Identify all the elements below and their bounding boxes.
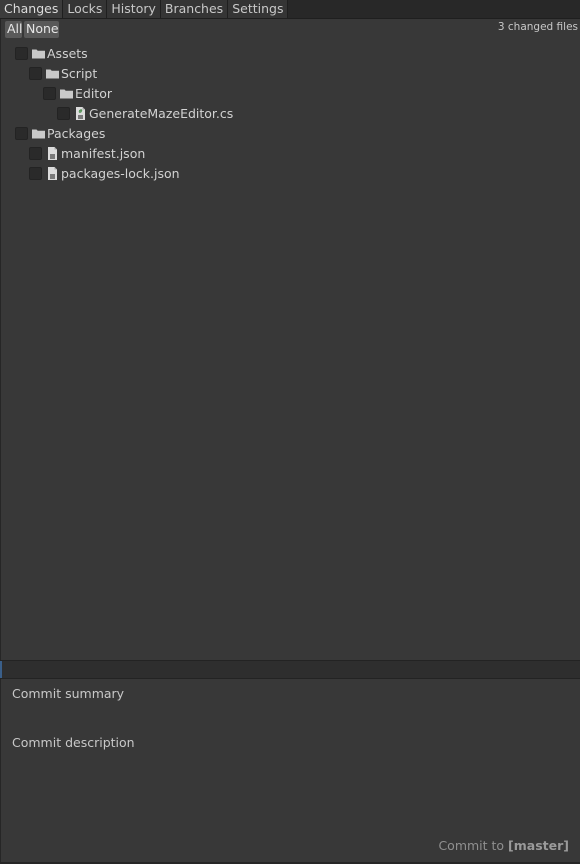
script-checkbox[interactable] — [29, 66, 42, 80]
folder-icon — [46, 69, 59, 78]
commit-button[interactable]: Commit to [master] — [438, 838, 569, 853]
editor-checkbox[interactable] — [43, 86, 56, 100]
tree-item-label: Assets — [47, 45, 88, 61]
tab-settings[interactable]: Settings — [228, 0, 289, 18]
manifest-checkbox[interactable] — [29, 146, 42, 160]
splitter-accent — [0, 661, 2, 678]
tree-item-label: Editor — [75, 85, 112, 101]
select-all-button[interactable]: All — [5, 21, 23, 38]
tab-locks[interactable]: Locks — [63, 0, 108, 18]
panel-border — [0, 19, 1, 864]
changed-files-count: 3 changed files — [497, 21, 578, 33]
tree-item-generatemazeeditor[interactable]: # GenerateMazeEditor.cs — [57, 103, 233, 123]
packages-lock-checkbox[interactable] — [29, 166, 42, 180]
svg-text:#: # — [78, 109, 82, 115]
commit-description-field[interactable]: Commit description — [12, 735, 572, 825]
tree-item-label: manifest.json — [61, 145, 146, 161]
tab-changes[interactable]: Changes — [0, 0, 64, 18]
filter-row: All None 3 changed files — [0, 19, 580, 40]
tree-item-script[interactable]: Script — [29, 63, 97, 83]
tree-item-label: Packages — [47, 125, 106, 141]
file-icon — [48, 146, 57, 160]
tree-item-label: Script — [61, 65, 98, 81]
commit-button-label: Commit to — [438, 838, 509, 853]
tree-item-packages[interactable]: Packages — [15, 123, 105, 143]
tree-item-packages-lock[interactable]: packages-lock.json — [29, 163, 180, 183]
commit-summary-field[interactable]: Commit summary — [12, 686, 572, 716]
tab-branches[interactable]: Branches — [160, 0, 229, 18]
splitter[interactable] — [0, 660, 580, 679]
generatemazeeditor-checkbox[interactable] — [57, 106, 70, 120]
assets-checkbox[interactable] — [15, 46, 28, 60]
csharp-file-icon: # — [76, 106, 85, 120]
tree-item-label: packages-lock.json — [61, 165, 180, 181]
tab-history[interactable]: History — [107, 0, 161, 18]
folder-icon — [60, 89, 73, 98]
folder-icon — [32, 49, 45, 58]
tab-bar: Changes Locks History Branches Settings — [0, 0, 580, 19]
tree-item-assets[interactable]: Assets — [15, 43, 88, 63]
file-icon — [48, 166, 57, 180]
tree-item-label: GenerateMazeEditor.cs — [89, 105, 234, 121]
tree-item-editor[interactable]: Editor — [43, 83, 112, 103]
select-none-button[interactable]: None — [24, 21, 59, 38]
packages-checkbox[interactable] — [15, 126, 28, 140]
tree-item-manifest[interactable]: manifest.json — [29, 143, 145, 163]
folder-icon — [32, 129, 45, 138]
branch-name: [master] — [508, 838, 569, 853]
